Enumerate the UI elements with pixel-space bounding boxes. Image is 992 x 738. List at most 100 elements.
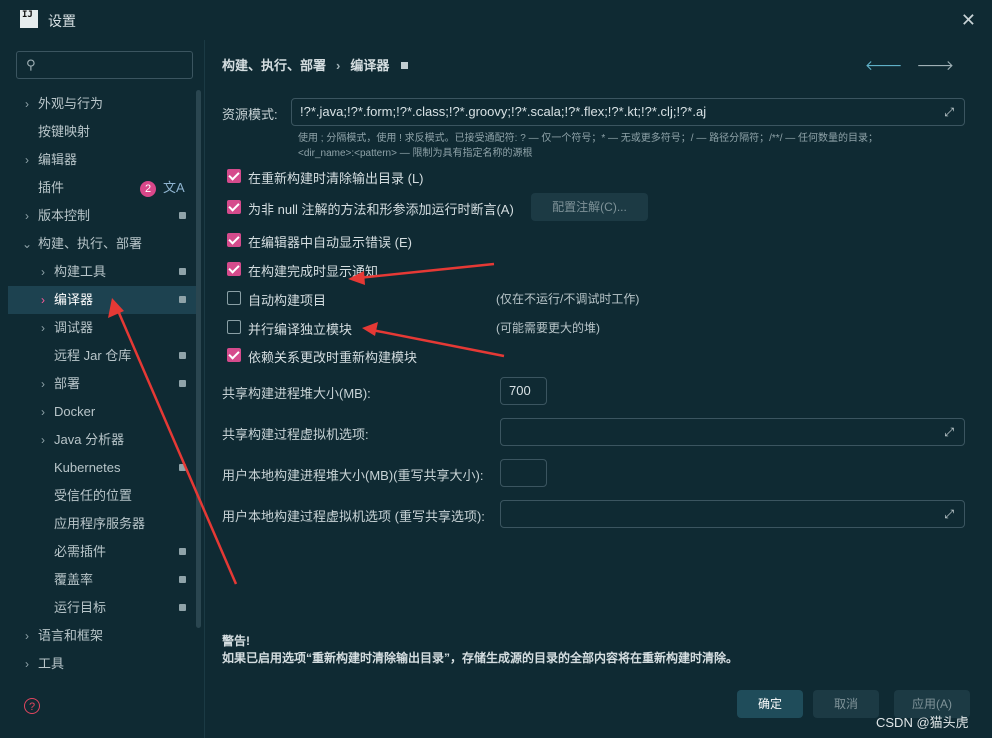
- checkbox-label[interactable]: 在重新构建时清除输出目录 (L): [248, 168, 424, 187]
- sidebar-item-label: 覆盖率: [54, 572, 94, 587]
- sidebar-item-label: 编译器: [54, 292, 94, 307]
- sidebar-item-tools[interactable]: › 工具: [8, 650, 196, 678]
- expand-icon[interactable]: ⤢: [944, 507, 954, 522]
- project-scope-icon: [179, 604, 186, 611]
- chevron-right-icon: ›: [25, 629, 29, 643]
- sidebar-item-label: 版本控制: [38, 208, 91, 223]
- local-vm-options-input[interactable]: ⤢: [500, 500, 965, 528]
- checkbox-checked[interactable]: [227, 348, 241, 362]
- ok-button[interactable]: 确定: [737, 690, 803, 718]
- checkbox-label[interactable]: 在构建完成时显示通知: [248, 261, 378, 280]
- breadcrumb-separator: ›: [336, 58, 341, 73]
- sidebar-item-label: Docker: [54, 404, 96, 419]
- project-scope-icon: [179, 548, 186, 555]
- sidebar-item-keymap[interactable]: 按键映射: [8, 118, 196, 146]
- shared-heap-input[interactable]: 700: [500, 377, 547, 405]
- chevron-down-icon: ⌄: [22, 237, 33, 251]
- checkbox-unchecked[interactable]: [227, 291, 241, 305]
- intellij-app-icon: IJ: [20, 10, 38, 28]
- project-scope-icon: [179, 576, 186, 583]
- sidebar-item-required-plugins[interactable]: 必需插件: [8, 538, 196, 566]
- title-bar: IJ 设置 ✕: [0, 0, 992, 40]
- sidebar-item-appearance[interactable]: › 外观与行为: [8, 90, 196, 118]
- checkbox-unchecked[interactable]: [227, 320, 241, 334]
- translate-icon: 文A: [163, 180, 185, 195]
- expand-icon[interactable]: ⤢: [944, 105, 954, 120]
- help-icon[interactable]: ?: [24, 698, 40, 714]
- sidebar-item-app-servers[interactable]: 应用程序服务器: [8, 510, 196, 538]
- sidebar-item-deployment[interactable]: › 部署: [8, 370, 196, 398]
- checkbox-checked[interactable]: [227, 169, 241, 183]
- checkbox-checked[interactable]: [227, 200, 241, 214]
- resource-pattern-hint: 使用 ; 分隔模式，使用 ! 求反模式。已接受通配符: ? — 仅一个符号；* …: [298, 131, 948, 161]
- expand-icon[interactable]: ⤢: [944, 425, 954, 440]
- chevron-right-icon: ›: [41, 321, 45, 335]
- sidebar-item-label: 构建、执行、部署: [38, 236, 143, 251]
- sidebar-item-build-tools[interactable]: › 构建工具: [8, 258, 196, 286]
- sidebar-item-build-exec-deploy[interactable]: ⌄ 构建、执行、部署: [8, 230, 196, 258]
- forward-arrow-icon[interactable]: 🡒: [916, 57, 954, 73]
- warning-title: 警告!: [222, 634, 250, 648]
- sidebar-item-label: 编辑器: [38, 152, 78, 167]
- sidebar-item-plugins[interactable]: 插件 2 文A: [8, 174, 196, 202]
- chevron-right-icon: ›: [41, 405, 45, 419]
- local-heap-label: 用户本地构建进程堆大小(MB)(重写共享大小):: [222, 468, 484, 483]
- sidebar-item-kubernetes[interactable]: Kubernetes: [8, 454, 196, 482]
- resource-pattern-input[interactable]: !?*.java;!?*.form;!?*.class;!?*.groovy;!…: [291, 98, 965, 126]
- configure-annotations-button[interactable]: 配置注解(C)...: [531, 193, 648, 221]
- parallel-compile-note: (可能需要更大的堆): [496, 321, 600, 335]
- sidebar-item-compiler[interactable]: › 编译器: [8, 286, 196, 314]
- chevron-right-icon: ›: [41, 433, 45, 447]
- local-heap-input[interactable]: [500, 459, 547, 487]
- compiler-settings-panel: 构建、执行、部署 › 编译器 🡐 🡒 资源模式: !?*.java;!?*.form;…: [204, 40, 992, 738]
- warning-text: 如果已启用选项“重新构建时清除输出目录”，存储生成源的目录的全部内容将在重新构建…: [222, 651, 739, 665]
- close-icon[interactable]: ✕: [961, 10, 976, 31]
- project-scope-icon: [179, 380, 186, 387]
- shared-heap-label: 共享构建进程堆大小(MB):: [222, 386, 371, 401]
- shared-vm-options-input[interactable]: ⤢: [500, 418, 965, 446]
- sidebar-item-label: Java 分析器: [54, 432, 125, 447]
- local-vm-options-label: 用户本地构建过程虚拟机选项 (重写共享选项):: [222, 509, 485, 524]
- plugin-update-badge: 2: [140, 181, 156, 197]
- search-input[interactable]: [47, 56, 191, 76]
- sidebar-item-debugger[interactable]: › 调试器: [8, 314, 196, 342]
- sidebar-item-label: 受信任的位置: [54, 488, 133, 503]
- sidebar-item-label: Kubernetes: [54, 460, 121, 475]
- navigation-arrows: 🡐 🡒: [851, 57, 954, 74]
- csdn-watermark: CSDN @猫头虎: [876, 715, 969, 730]
- checkbox-checked[interactable]: [227, 233, 241, 247]
- chevron-right-icon: ›: [41, 377, 45, 391]
- breadcrumb-parent[interactable]: 构建、执行、部署: [222, 58, 326, 73]
- shared-vm-options-label: 共享构建过程虚拟机选项:: [222, 427, 369, 442]
- sidebar-item-java-profiler[interactable]: › Java 分析器: [8, 426, 196, 454]
- checkbox-label[interactable]: 依赖关系更改时重新构建模块: [248, 347, 417, 366]
- sidebar-item-run-targets[interactable]: 运行目标: [8, 594, 196, 622]
- sidebar-item-editor[interactable]: › 编辑器: [8, 146, 196, 174]
- checkbox-label[interactable]: 并行编译独立模块: [248, 319, 352, 338]
- chevron-right-icon: ›: [25, 153, 29, 167]
- checkbox-label[interactable]: 自动构建项目: [248, 290, 326, 309]
- sidebar-item-label: 必需插件: [54, 544, 107, 559]
- sidebar-item-docker[interactable]: › Docker: [8, 398, 196, 426]
- project-scope-icon: [179, 268, 186, 275]
- sidebar-item-remote-jar[interactable]: 远程 Jar 仓库: [8, 342, 196, 370]
- sidebar-item-vcs[interactable]: › 版本控制: [8, 202, 196, 230]
- chevron-right-icon: ›: [25, 209, 29, 223]
- sidebar-item-languages[interactable]: › 语言和框架: [8, 622, 196, 650]
- back-arrow-icon[interactable]: 🡐: [865, 57, 903, 73]
- sidebar-item-label: 插件: [38, 180, 65, 195]
- sidebar-item-trusted-locations[interactable]: 受信任的位置: [8, 482, 196, 510]
- chevron-right-icon: ›: [25, 657, 29, 671]
- checkbox-label[interactable]: 在编辑器中自动显示错误 (E): [248, 232, 412, 251]
- sidebar-item-label: 调试器: [54, 320, 94, 335]
- cancel-button[interactable]: 取消: [813, 690, 879, 718]
- checkbox-label[interactable]: 为非 null 注解的方法和形参添加运行时断言(A): [248, 199, 514, 218]
- sidebar-item-coverage[interactable]: 覆盖率: [8, 566, 196, 594]
- sidebar-scrollbar[interactable]: [196, 90, 201, 628]
- sidebar-item-label: 外观与行为: [38, 96, 104, 111]
- hint-line-2: <dir_name>:<pattern> — 限制为具有指定名称的源根: [298, 148, 533, 159]
- checkbox-checked[interactable]: [227, 262, 241, 276]
- chevron-right-icon: ›: [41, 265, 45, 279]
- settings-search[interactable]: ⚲: [16, 51, 193, 79]
- sidebar-item-label: 工具: [38, 656, 65, 671]
